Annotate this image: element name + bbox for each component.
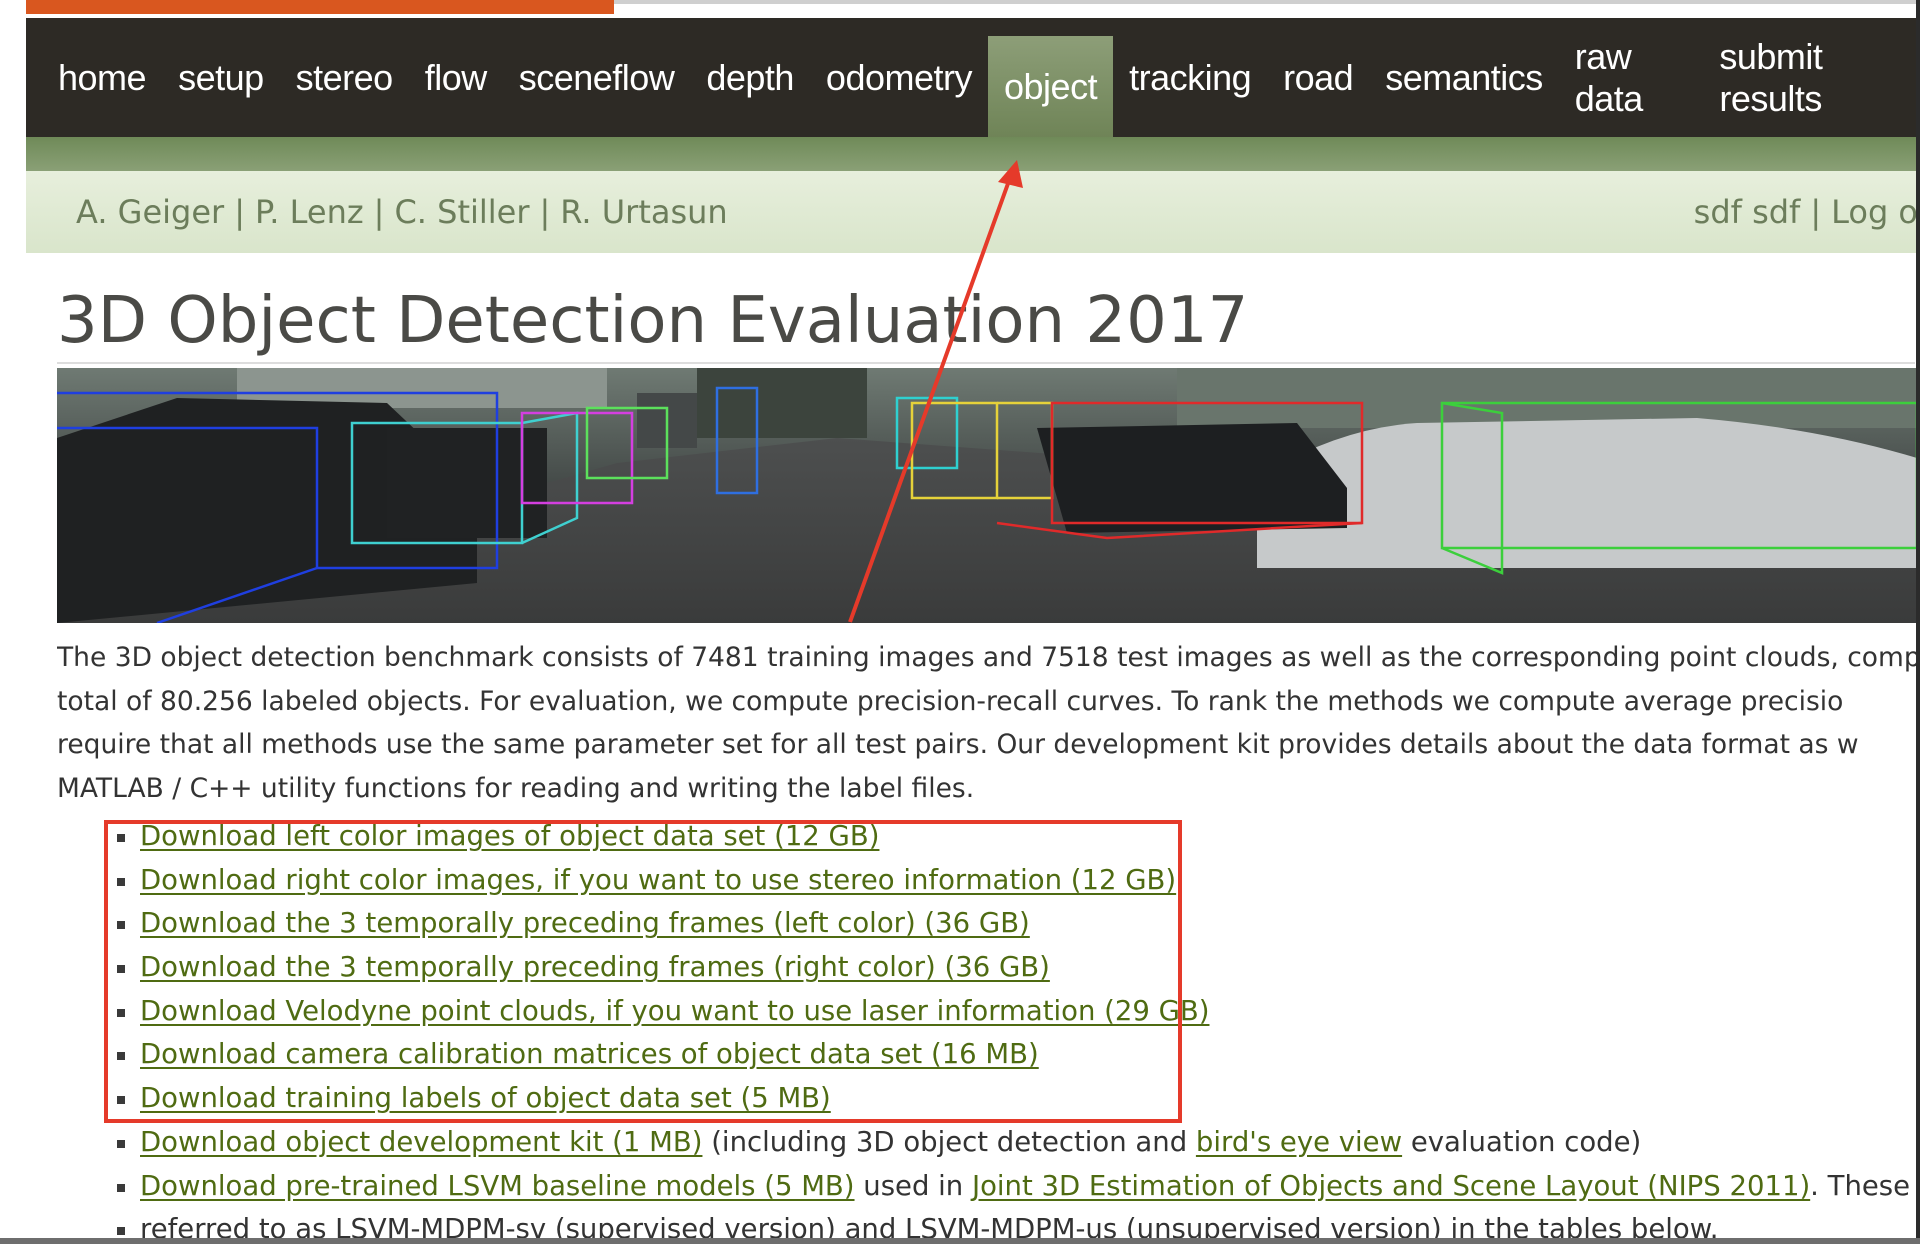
page-title: 3D Object Detection Evaluation 2017	[57, 284, 1249, 358]
window-right-edge	[1916, 0, 1920, 1244]
download-devkit-link[interactable]: Download object development kit (1 MB)	[140, 1126, 702, 1158]
intro-line: require that all methods use the same pa…	[57, 729, 1859, 760]
lsvm-note: used in	[854, 1169, 972, 1202]
nav-sub-strip	[26, 137, 1916, 171]
nav-item-home[interactable]: home	[42, 18, 162, 137]
nav-item-stereo[interactable]: stereo	[280, 18, 409, 137]
author-link-stiller[interactable]: C. Stiller	[394, 193, 529, 231]
logout-link[interactable]: Log o	[1831, 193, 1918, 231]
user-links: sdf sdf | Log o	[1694, 193, 1918, 231]
download-list: Download left color images of object dat…	[0, 815, 1920, 1244]
nav-item-semantics[interactable]: semantics	[1369, 18, 1559, 137]
authors-bar: A. Geiger | P. Lenz | C. Stiller | R. Urtasun …	[26, 171, 1918, 253]
page-load-progress-bar	[26, 0, 614, 14]
joint-3d-paper-link[interactable]: Joint 3D Estimation of Objects and Scene…	[972, 1170, 1810, 1202]
nav-list: home setup stereo flow sceneflow depth o…	[26, 18, 1916, 137]
intro-line: total of 80.256 labeled objects. For eva…	[57, 685, 1844, 717]
lsvm-note-end: . These mode	[1810, 1169, 1920, 1202]
list-item: Download pre-trained LSVM baseline model…	[0, 1165, 1920, 1209]
list-item: Download camera calibration matrices of …	[0, 1033, 1920, 1077]
nav-item-setup[interactable]: setup	[162, 18, 280, 137]
author-link-lenz[interactable]: P. Lenz	[255, 193, 364, 231]
intro-line: The 3D object detection benchmark consis…	[57, 642, 1917, 673]
list-item: Download Velodyne point clouds, if you w…	[0, 990, 1920, 1034]
list-item: Download training labels of object data …	[0, 1077, 1920, 1121]
nav-item-raw-data[interactable]: raw data	[1559, 18, 1704, 137]
nav-item-sceneflow[interactable]: sceneflow	[503, 18, 691, 137]
author-separator: |	[373, 193, 385, 231]
download-preceding-right-link[interactable]: Download the 3 temporally preceding fram…	[140, 951, 1050, 983]
nav-item-odometry[interactable]: odometry	[810, 18, 988, 137]
author-list: A. Geiger | P. Lenz | C. Stiller | R. Urtasun	[76, 193, 728, 231]
download-velodyne-link[interactable]: Download Velodyne point clouds, if you w…	[140, 995, 1209, 1027]
list-item: Download the 3 temporally preceding fram…	[0, 946, 1920, 990]
download-preceding-left-link[interactable]: Download the 3 temporally preceding fram…	[140, 907, 1030, 939]
intro-line: MATLAB / C++ utility functions for readi…	[57, 772, 975, 804]
author-link-geiger[interactable]: A. Geiger	[76, 193, 224, 231]
list-item: Download object development kit (1 MB) (…	[0, 1121, 1920, 1165]
nav-item-object[interactable]: object	[988, 18, 1114, 137]
list-item: Download left color images of object dat…	[0, 815, 1920, 859]
window-bottom-edge	[0, 1238, 1920, 1244]
nav-item-tracking[interactable]: tracking	[1113, 18, 1267, 137]
nav-item-submit-results[interactable]: submit results	[1703, 18, 1916, 137]
nav-item-depth[interactable]: depth	[690, 18, 810, 137]
kitti-object-page: home setup stereo flow sceneflow depth o…	[0, 0, 1920, 1244]
devkit-note: (including 3D object detection and	[702, 1125, 1196, 1158]
download-calibration-link[interactable]: Download camera calibration matrices of …	[140, 1038, 1039, 1070]
list-item: Download right color images, if you want…	[0, 859, 1920, 903]
user-name-link[interactable]: sdf sdf	[1694, 193, 1801, 231]
title-divider	[57, 362, 1915, 364]
user-separator: |	[1810, 193, 1822, 231]
nav-item-road[interactable]: road	[1267, 18, 1369, 137]
intro-paragraph: The 3D object detection benchmark consis…	[57, 636, 1917, 810]
download-training-labels-link[interactable]: Download training labels of object data …	[140, 1082, 831, 1114]
list-item: Download the 3 temporally preceding fram…	[0, 902, 1920, 946]
download-lsvm-models-link[interactable]: Download pre-trained LSVM baseline model…	[140, 1170, 855, 1202]
main-navigation: home setup stereo flow sceneflow depth o…	[26, 18, 1916, 137]
download-right-color-link[interactable]: Download right color images, if you want…	[140, 864, 1176, 896]
birds-eye-view-link[interactable]: bird's eye view	[1196, 1126, 1402, 1158]
nav-item-flow[interactable]: flow	[409, 18, 503, 137]
author-separator: |	[234, 193, 245, 231]
author-separator: |	[539, 193, 551, 231]
download-left-color-link[interactable]: Download left color images of object dat…	[140, 820, 879, 852]
author-link-urtasun[interactable]: R. Urtasun	[560, 193, 727, 231]
devkit-note-end: evaluation code)	[1402, 1125, 1642, 1158]
banner-image	[57, 368, 1917, 623]
page-load-progress-track	[614, 0, 1920, 4]
